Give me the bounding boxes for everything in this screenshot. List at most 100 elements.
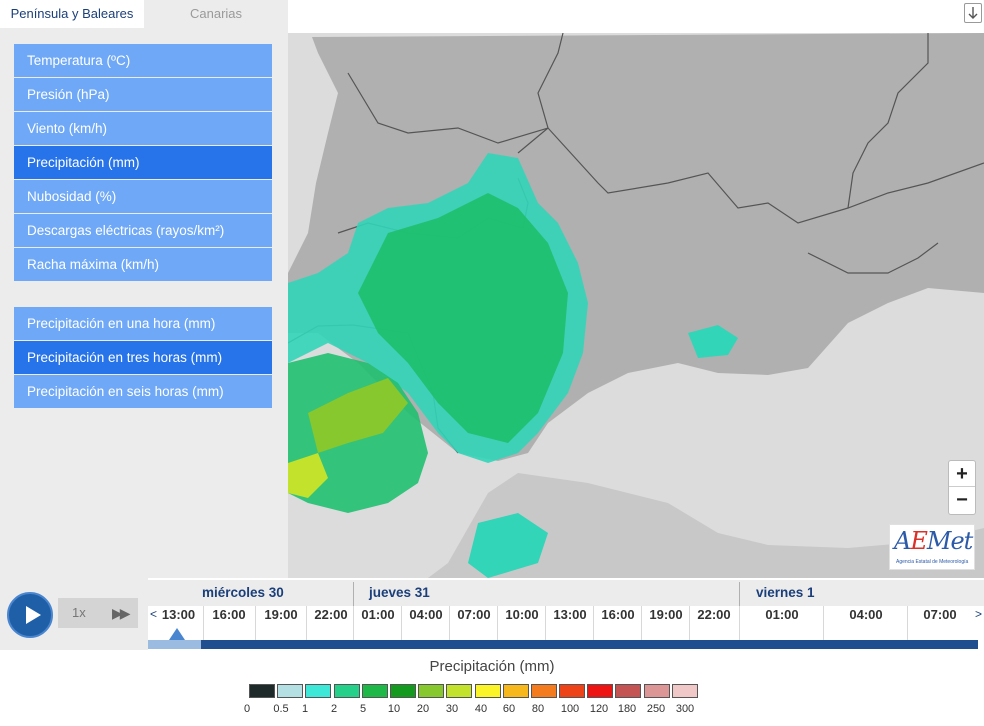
legend-label: 80 <box>531 703 545 715</box>
legend-swatch <box>530 684 557 698</box>
legend-swatch <box>389 684 416 698</box>
timeline-progress-track[interactable] <box>148 640 978 649</box>
hour-separator <box>907 606 908 640</box>
timeline-next-arrow[interactable]: > <box>975 606 982 623</box>
hour-separator <box>255 606 256 640</box>
hour-tick[interactable]: 04:00 <box>825 606 907 640</box>
legend-swatch <box>502 684 529 698</box>
legend-swatch <box>277 684 304 698</box>
timeline-hours: < 13:00 16:00 19:00 22:00 01:00 04:00 07… <box>148 606 984 640</box>
legend-swatch <box>559 684 586 698</box>
day-separator <box>353 582 354 606</box>
fast-forward-icon[interactable]: ▶▶ <box>112 598 130 628</box>
variable-item-nubosidad[interactable]: Nubosidad (%) <box>14 180 272 213</box>
variable-item-viento[interactable]: Viento (km/h) <box>14 112 272 145</box>
hour-tick[interactable]: 10:00 <box>499 606 545 640</box>
day-label-jueves: jueves 31 <box>369 585 430 600</box>
map-toolbar <box>288 0 984 33</box>
variable-item-presion[interactable]: Presión (hPa) <box>14 78 272 111</box>
legend-label: 2 <box>330 703 338 715</box>
hour-separator <box>449 606 450 640</box>
timeline-prev-arrow[interactable]: < <box>150 606 157 623</box>
play-icon[interactable] <box>7 592 53 638</box>
variable-sidebar: Temperatura (ºC) Presión (hPa) Viento (k… <box>0 28 288 578</box>
timeline-days: miércoles 30 jueves 31 viernes 1 <box>148 580 984 606</box>
hour-tick[interactable]: 01:00 <box>355 606 401 640</box>
legend-swatch <box>305 684 332 698</box>
precipitation-map[interactable] <box>288 33 984 578</box>
legend-swatch <box>446 684 473 698</box>
zoom-out-button[interactable]: − <box>949 487 975 513</box>
legend-label: 120 <box>589 703 609 715</box>
hour-tick[interactable]: 19:00 <box>643 606 689 640</box>
day-label-viernes: viernes 1 <box>756 585 815 600</box>
hour-tick[interactable]: 16:00 <box>205 606 253 640</box>
speed-selector[interactable]: 1x ▶▶ <box>58 598 138 628</box>
variable-item-precipitacion[interactable]: Precipitación (mm) <box>14 146 272 179</box>
legend-label: 300 <box>675 703 695 715</box>
map-canvas <box>288 33 984 578</box>
zoom-in-button[interactable]: + <box>949 461 975 487</box>
legend-label: 1 <box>301 703 309 715</box>
legend-swatch <box>418 684 445 698</box>
hour-tick[interactable]: 04:00 <box>403 606 449 640</box>
variable-list: Temperatura (ºC) Presión (hPa) Viento (k… <box>14 44 272 282</box>
hour-separator <box>353 606 354 640</box>
download-arrow-icon <box>968 7 978 19</box>
day-label-miercoles: miércoles 30 <box>202 585 284 600</box>
variable-item-descargas-electricas[interactable]: Descargas eléctricas (rayos/km²) <box>14 214 272 247</box>
hour-separator <box>593 606 594 640</box>
legend-swatch <box>333 684 360 698</box>
hour-tick[interactable]: 16:00 <box>595 606 641 640</box>
variable-item-temperatura[interactable]: Temperatura (ºC) <box>14 44 272 77</box>
hour-separator <box>545 606 546 640</box>
interval-item-tres-horas[interactable]: Precipitación en tres horas (mm) <box>14 341 272 374</box>
hour-tick[interactable]: 19:00 <box>257 606 305 640</box>
variable-item-racha-maxima[interactable]: Racha máxima (km/h) <box>14 248 272 281</box>
aemet-logo: AEMet Agencia Estatal de Meteorología <box>889 524 975 570</box>
logo-subtitle: Agencia Estatal de Meteorología <box>896 559 969 565</box>
tab-canarias[interactable]: Canarias <box>144 0 288 28</box>
hour-tick[interactable]: 01:00 <box>741 606 823 640</box>
day-separator <box>739 582 740 606</box>
legend-title: Precipitación (mm) <box>429 658 555 675</box>
legend-labels: 0 0.5 1 2 5 10 20 30 40 60 80 100 120 180 250 300 <box>0 703 984 719</box>
hour-tick[interactable]: 22:00 <box>308 606 354 640</box>
precipitation-interval-list: Precipitación en una hora (mm) Precipita… <box>14 307 272 409</box>
hour-tick[interactable]: 07:00 <box>909 606 971 640</box>
zoom-control: + − <box>948 460 976 515</box>
hour-tick[interactable]: 13:00 <box>547 606 593 640</box>
legend-swatch <box>361 684 388 698</box>
legend-swatch <box>474 684 501 698</box>
hour-separator <box>401 606 402 640</box>
interval-item-una-hora[interactable]: Precipitación en una hora (mm) <box>14 307 272 340</box>
legend-label: 250 <box>646 703 666 715</box>
hour-tick[interactable]: 22:00 <box>691 606 737 640</box>
legend-swatch <box>643 684 670 698</box>
logo-text: AEMet <box>894 527 973 555</box>
legend-swatches <box>249 684 700 698</box>
legend-label: 0 <box>243 703 251 715</box>
speed-label: 1x <box>72 605 86 620</box>
tab-peninsula-baleares[interactable]: Península y Baleares <box>0 0 144 28</box>
legend-label: 30 <box>445 703 459 715</box>
download-icon[interactable] <box>964 3 982 23</box>
hour-separator <box>689 606 690 640</box>
hour-separator <box>306 606 307 640</box>
hour-separator <box>823 606 824 640</box>
region-tabs: Península y Baleares Canarias <box>0 0 288 28</box>
legend-swatch <box>615 684 642 698</box>
hour-tick[interactable]: 07:00 <box>451 606 497 640</box>
legend-label: 40 <box>474 703 488 715</box>
hour-separator <box>641 606 642 640</box>
interval-item-seis-horas[interactable]: Precipitación en seis horas (mm) <box>14 375 272 408</box>
hour-separator <box>203 606 204 640</box>
legend-label: 0.5 <box>273 703 289 715</box>
current-time-marker[interactable] <box>169 628 185 640</box>
hour-separator <box>739 606 740 640</box>
legend-label: 60 <box>502 703 516 715</box>
hour-separator <box>497 606 498 640</box>
legend-label: 100 <box>560 703 580 715</box>
playback-controls: 1x ▶▶ <box>0 578 148 650</box>
legend-label: 5 <box>359 703 367 715</box>
